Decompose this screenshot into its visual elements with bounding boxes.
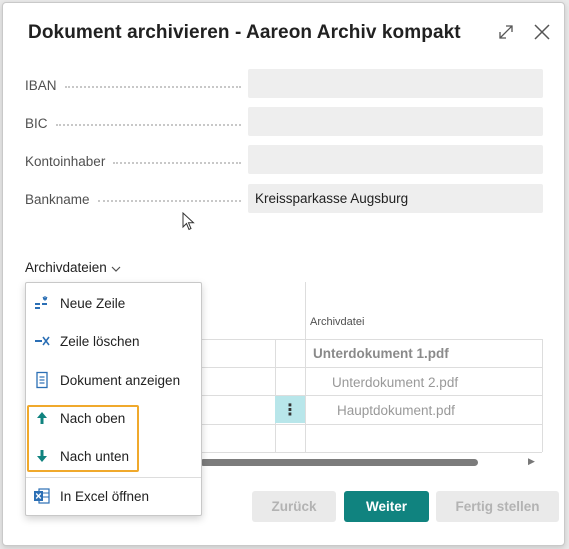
row-actions-kebab-icon[interactable]: ⋮ — [275, 396, 305, 423]
menu-item-delete-line[interactable]: Zeile löschen — [26, 329, 201, 353]
finish-button[interactable]: Fertig stellen — [436, 491, 559, 522]
grid-divider — [200, 452, 542, 453]
table-row[interactable]: Unterdokument 1.pdf — [313, 346, 449, 361]
expand-icon[interactable] — [495, 21, 517, 43]
menu-separator — [26, 477, 201, 478]
menu-item-move-up[interactable]: Nach oben — [26, 406, 201, 430]
bank-name-field[interactable]: Kreissparkasse Augsburg — [248, 184, 543, 213]
grid-divider — [200, 367, 542, 368]
excel-icon — [33, 487, 51, 505]
grid-divider — [200, 339, 542, 340]
scroll-right-icon[interactable]: ▶ — [528, 456, 535, 467]
bank-name-label: Bankname — [25, 190, 247, 208]
bic-label: BIC — [25, 114, 247, 132]
arrow-down-icon — [33, 447, 51, 465]
account-holder-field[interactable] — [248, 145, 543, 174]
chevron-down-icon — [111, 266, 121, 272]
grid-divider — [200, 424, 542, 425]
bic-field[interactable] — [248, 107, 543, 136]
menu-item-move-down[interactable]: Nach unten — [26, 444, 201, 468]
new-line-icon — [33, 294, 51, 312]
table-row[interactable]: Hauptdokument.pdf — [337, 403, 455, 418]
next-button[interactable]: Weiter — [344, 491, 429, 522]
iban-label: IBAN — [25, 76, 247, 94]
archive-files-menu: Neue Zeile Zeile löschen Dokument anzeig… — [25, 282, 202, 516]
mouse-cursor-icon — [182, 211, 196, 237]
grid-divider — [542, 339, 543, 452]
back-button[interactable]: Zurück — [252, 491, 336, 522]
menu-item-new-line[interactable]: Neue Zeile — [26, 291, 201, 315]
document-icon — [33, 371, 51, 389]
menu-item-open-in-excel[interactable]: In Excel öffnen — [26, 484, 201, 508]
grid-divider — [200, 395, 542, 396]
close-icon[interactable] — [531, 21, 553, 43]
iban-field[interactable] — [248, 69, 543, 98]
archive-file-column-header[interactable]: Archivdatei — [310, 316, 364, 328]
archive-files-section-title[interactable]: Archivdateien — [25, 260, 122, 275]
horizontal-scrollbar[interactable] — [200, 459, 478, 466]
delete-line-icon — [33, 332, 51, 350]
dialog-title: Dokument archivieren - Aareon Archiv kom… — [28, 22, 461, 43]
menu-item-show-document[interactable]: Dokument anzeigen — [26, 368, 201, 392]
arrow-up-icon — [33, 409, 51, 427]
table-row[interactable]: Unterdokument 2.pdf — [332, 375, 458, 390]
account-holder-label: Kontoinhaber — [25, 152, 247, 170]
